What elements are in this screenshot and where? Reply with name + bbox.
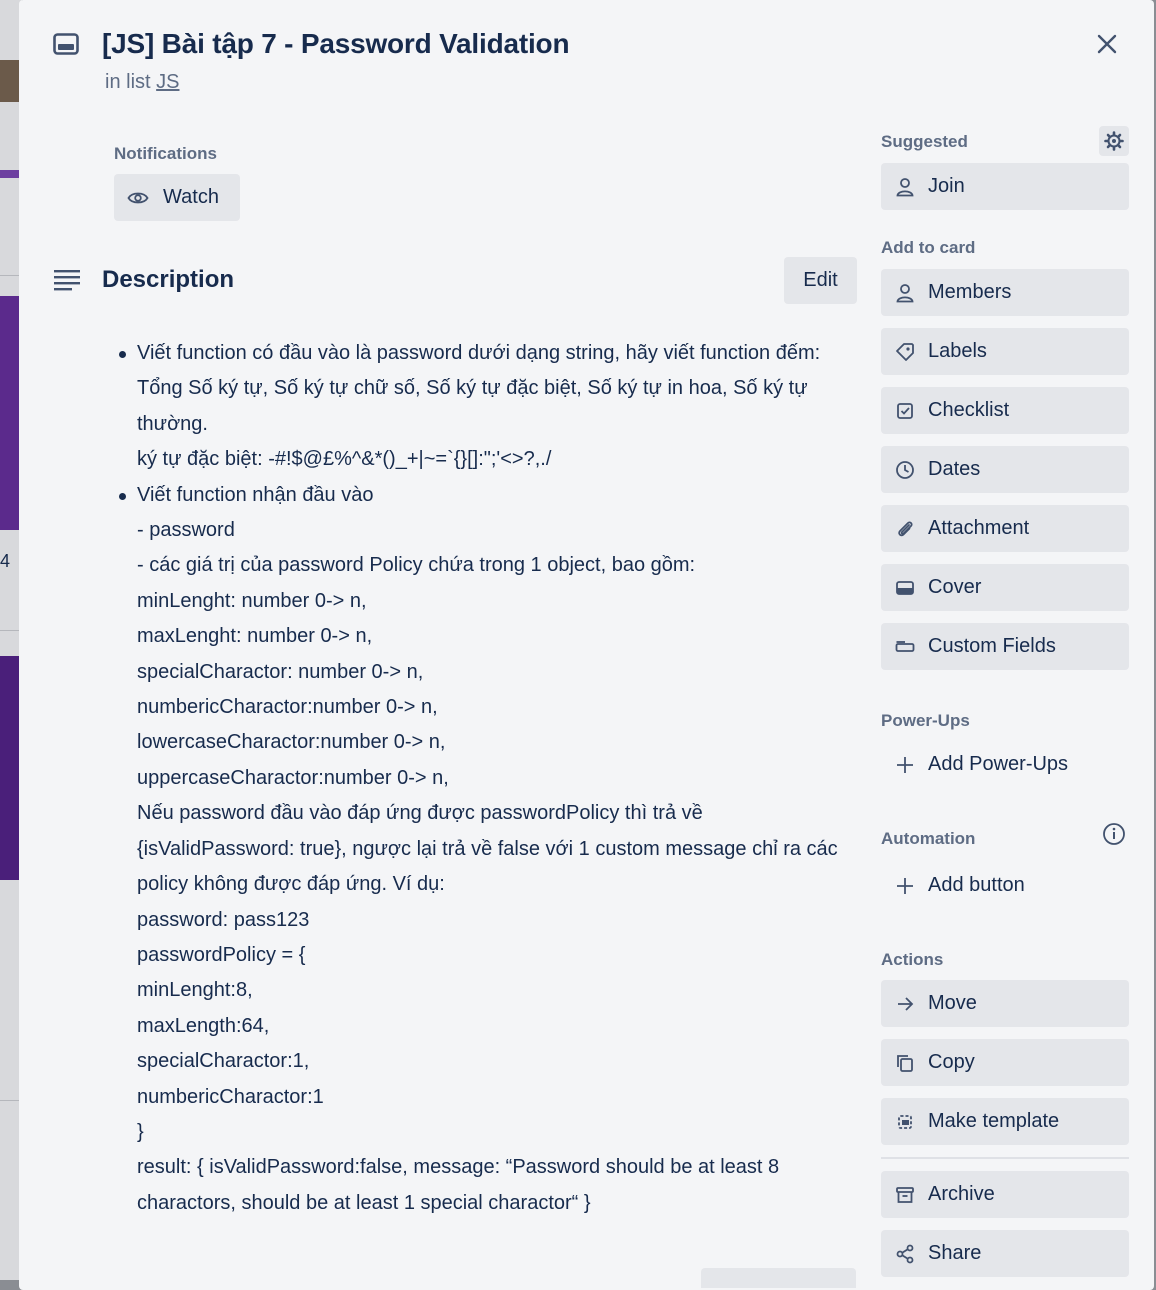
watch-label: Watch (163, 186, 219, 208)
cover-button[interactable]: Cover (881, 564, 1129, 611)
description-text: minLenght: number 0-> n, (137, 589, 367, 612)
description-text: - password (137, 519, 235, 542)
description-text: result: { isValidPassword:false, message… (137, 1156, 780, 1214)
custom-fields-icon (894, 636, 916, 658)
actions-divider (881, 1157, 1129, 1159)
automation-label: Automation (881, 829, 976, 848)
dates-label: Dates (928, 458, 981, 480)
powerups-label: Power-Ups (881, 711, 970, 730)
description-text: - các giá trị của password Policy chứa t… (137, 554, 696, 577)
description-text: maxLenght: number 0-> n, (137, 625, 373, 648)
description-text: passwordPolicy = { (137, 943, 306, 966)
checklist-icon (894, 400, 916, 422)
edit-description-button[interactable]: Edit (784, 257, 857, 304)
labels-label: Labels (928, 340, 987, 362)
list-prefix: in list (105, 71, 151, 93)
description-bullet: Viết function có đầu vào là password dướ… (119, 336, 857, 478)
actions-label: Actions (881, 950, 944, 969)
description-action-button[interactable] (701, 1268, 856, 1288)
move-label: Move (928, 992, 977, 1014)
description-text: Viết function có đầu vào là password dướ… (137, 342, 821, 435)
archive-button[interactable]: Archive (881, 1171, 1129, 1218)
description-content[interactable]: Viết function có đầu vào là password dướ… (119, 336, 857, 1222)
add-powerups-label: Add Power-Ups (928, 753, 1069, 775)
labels-button[interactable]: Labels (881, 328, 1129, 375)
person-icon (894, 282, 916, 304)
archive-icon (894, 1184, 916, 1206)
description-text: lowercaseCharactor:number 0-> n, (137, 731, 446, 754)
description-text: minLenght:8, (137, 979, 253, 1002)
join-label: Join (928, 175, 965, 197)
add-powerups-button[interactable]: Add Power-Ups (881, 741, 1129, 788)
description-text: } (137, 1120, 144, 1143)
add-automation-button[interactable]: Add button (881, 862, 1129, 909)
tag-icon (894, 341, 916, 363)
description-heading: Description (102, 266, 235, 293)
checklist-label: Checklist (928, 399, 1010, 421)
paperclip-icon (894, 518, 916, 540)
info-icon[interactable] (1101, 821, 1127, 847)
notifications-label: Notifications (114, 144, 217, 163)
make-template-label: Make template (928, 1110, 1060, 1132)
card-title[interactable]: [JS] Bài tập 7 - Password Validation (102, 28, 570, 60)
checklist-button[interactable]: Checklist (881, 387, 1129, 434)
description-text: maxLength:64, (137, 1014, 270, 1037)
copy-icon (894, 1052, 916, 1074)
description-icon (54, 270, 80, 291)
members-label: Members (928, 281, 1012, 303)
description-text: Viết function nhận đầu vào (137, 483, 374, 506)
gear-icon (1104, 131, 1124, 151)
person-icon (894, 176, 916, 198)
attachment-label: Attachment (928, 517, 1030, 539)
description-text: numbericCharactor:1 (137, 1085, 324, 1108)
custom-fields-label: Custom Fields (928, 635, 1056, 657)
members-button[interactable]: Members (881, 269, 1129, 316)
card-detail-modal: [JS] Bài tập 7 - Password Validation in … (19, 0, 1154, 1290)
card-list-info: in list JS (105, 71, 179, 94)
template-icon (894, 1111, 916, 1133)
add-to-card-label: Add to card (881, 238, 976, 257)
card-icon (53, 33, 79, 55)
watch-button[interactable]: Watch (114, 174, 240, 221)
cover-icon (894, 577, 916, 599)
description-text: ký tự đặc biệt: -#!$@£%^&*()_+|~=`{}[]:"… (137, 448, 552, 471)
copy-label: Copy (928, 1051, 975, 1073)
archive-label: Archive (928, 1183, 995, 1205)
board-card-count: 4 (0, 551, 11, 571)
custom-fields-button[interactable]: Custom Fields (881, 623, 1129, 670)
copy-button[interactable]: Copy (881, 1039, 1129, 1086)
clock-icon (894, 459, 916, 481)
arrow-right-icon (894, 993, 916, 1015)
dates-button[interactable]: Dates (881, 446, 1129, 493)
plus-icon (894, 875, 916, 897)
suggested-label: Suggested (881, 132, 968, 151)
description-text: numbericCharactor:number 0-> n, (137, 696, 438, 719)
join-button[interactable]: Join (881, 163, 1129, 210)
plus-icon (894, 754, 916, 776)
share-button[interactable]: Share (881, 1230, 1129, 1277)
description-text: password: pass123 (137, 908, 310, 931)
make-template-button[interactable]: Make template (881, 1098, 1129, 1145)
attachment-button[interactable]: Attachment (881, 505, 1129, 552)
description-text: uppercaseCharactor:number 0-> n, (137, 766, 449, 789)
share-label: Share (928, 1242, 982, 1264)
description-text: Nếu password đầu vào đáp ứng được passwo… (137, 802, 838, 896)
close-icon[interactable] (1091, 28, 1123, 60)
list-link[interactable]: JS (156, 71, 179, 93)
move-button[interactable]: Move (881, 980, 1129, 1027)
eye-icon (127, 192, 149, 203)
suggested-settings-button[interactable] (1099, 126, 1129, 156)
description-text: specialCharactor: number 0-> n, (137, 660, 424, 683)
add-button-label: Add button (928, 874, 1025, 896)
share-icon (894, 1243, 916, 1265)
description-text: specialCharactor:1, (137, 1050, 310, 1073)
cover-label: Cover (928, 576, 982, 598)
description-bullet: Viết function nhận đầu vào - password - … (119, 478, 857, 1222)
